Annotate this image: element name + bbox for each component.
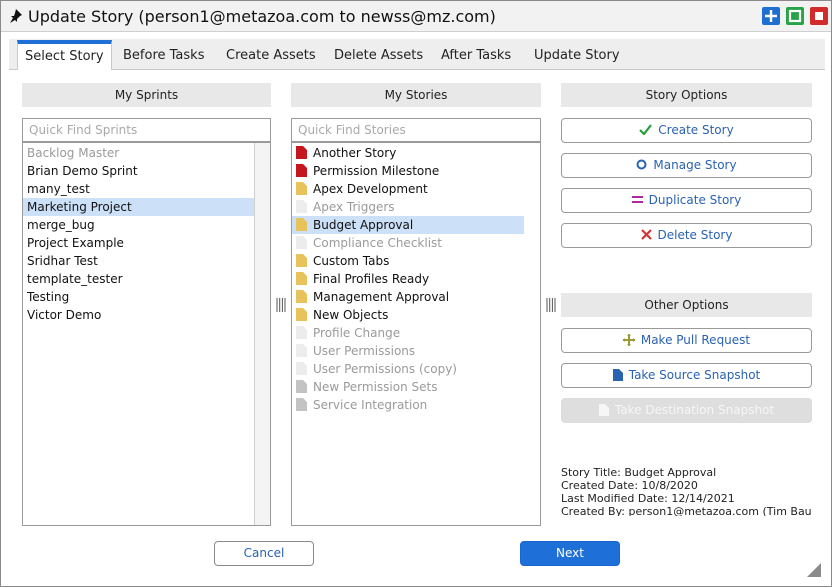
- created-date-line: Created Date: 10/8/2020: [561, 479, 698, 492]
- sprints-scrollbar[interactable]: [254, 143, 270, 525]
- list-item[interactable]: Permission Milestone: [292, 162, 524, 180]
- close-icon[interactable]: [810, 7, 828, 25]
- sprints-search-input[interactable]: [22, 118, 271, 142]
- maximize-icon[interactable]: [786, 7, 804, 25]
- red-doc-icon: [296, 146, 307, 159]
- list-item[interactable]: Service Integration: [292, 396, 524, 414]
- sprints-header: My Sprints: [22, 83, 271, 107]
- cancel-button[interactable]: Cancel: [214, 541, 314, 566]
- take-destination-snapshot-button: Take Destination Snapshot: [561, 398, 812, 423]
- yellow-doc-icon: [296, 218, 307, 231]
- duplicate-story-button[interactable]: Duplicate Story: [561, 188, 812, 213]
- tab-create-assets[interactable]: Create Assets: [226, 39, 316, 70]
- list-item[interactable]: Brian Demo Sprint: [23, 162, 255, 180]
- red-doc-icon: [296, 164, 307, 177]
- white-doc-icon: [296, 344, 307, 357]
- list-item[interactable]: Testing: [23, 288, 255, 306]
- pin-icon: [7, 8, 23, 24]
- plus-arrows-icon: [622, 333, 635, 346]
- yellow-doc-icon: [296, 272, 307, 285]
- stories-search-input[interactable]: [291, 118, 541, 142]
- list-item[interactable]: merge_bug: [23, 216, 255, 234]
- list-item[interactable]: Compliance Checklist: [292, 234, 524, 252]
- list-item[interactable]: Project Example: [23, 234, 255, 252]
- list-item[interactable]: template_tester: [23, 270, 255, 288]
- document-icon: [598, 403, 609, 416]
- splitter-grip-icon[interactable]: [275, 298, 287, 312]
- tab-bar: Select Story Before Tasks Create Assets …: [9, 39, 825, 71]
- list-item[interactable]: Budget Approval: [292, 216, 524, 234]
- list-item[interactable]: Victor Demo: [23, 306, 255, 324]
- splitter-grip-icon[interactable]: [545, 298, 557, 312]
- resize-grip-icon[interactable]: [807, 563, 821, 577]
- list-item[interactable]: Management Approval: [292, 288, 524, 306]
- tab-select-story[interactable]: Select Story: [17, 40, 112, 71]
- list-item[interactable]: Another Story: [292, 144, 524, 162]
- list-item[interactable]: Sridhar Test: [23, 252, 255, 270]
- take-source-snapshot-button[interactable]: Take Source Snapshot: [561, 363, 812, 388]
- yellow-doc-icon: [296, 308, 307, 321]
- plus-icon[interactable]: [762, 7, 780, 25]
- list-item[interactable]: Apex Development: [292, 180, 524, 198]
- stories-header: My Stories: [291, 83, 541, 107]
- content-panel: My Sprints Backlog Master Brian Demo Spr…: [9, 70, 825, 580]
- equals-icon: [631, 196, 643, 203]
- list-item[interactable]: User Permissions (copy): [292, 360, 524, 378]
- list-item[interactable]: Custom Tabs: [292, 252, 524, 270]
- window-title: Update Story (person1@metazoa.com to new…: [28, 7, 496, 26]
- yellow-doc-icon: [296, 254, 307, 267]
- list-item[interactable]: many_test: [23, 180, 255, 198]
- gray-doc-icon: [296, 380, 307, 393]
- other-options-header: Other Options: [561, 293, 812, 317]
- title-bar: Update Story (person1@metazoa.com to new…: [1, 1, 831, 32]
- sprints-list[interactable]: Backlog Master Brian Demo Sprint many_te…: [22, 142, 271, 526]
- update-story-window: Update Story (person1@metazoa.com to new…: [0, 0, 832, 587]
- list-item[interactable]: New Permission Sets: [292, 378, 524, 396]
- last-modified-line: Last Modified Date: 12/14/2021: [561, 492, 735, 505]
- list-item[interactable]: User Permissions: [292, 342, 524, 360]
- tab-after-tasks[interactable]: After Tasks: [441, 39, 511, 70]
- document-icon: [612, 368, 623, 381]
- yellow-doc-icon: [296, 182, 307, 195]
- white-doc-icon: [296, 200, 307, 213]
- next-button[interactable]: Next: [520, 541, 620, 566]
- story-title-line: Story Title: Budget Approval: [561, 466, 717, 479]
- list-item[interactable]: Apex Triggers: [292, 198, 524, 216]
- white-doc-icon: [296, 326, 307, 339]
- list-item[interactable]: Profile Change: [292, 324, 524, 342]
- x-icon: [640, 229, 652, 240]
- list-item[interactable]: Backlog Master: [23, 144, 255, 162]
- tab-delete-assets[interactable]: Delete Assets: [334, 39, 423, 70]
- check-icon: [639, 124, 653, 135]
- white-doc-icon: [296, 362, 307, 375]
- tab-update-story[interactable]: Update Story: [534, 39, 620, 70]
- story-options-header: Story Options: [561, 83, 812, 107]
- story-info: Story Title: Budget Approval Created Dat…: [561, 466, 817, 516]
- make-pull-request-button[interactable]: Make Pull Request: [561, 328, 812, 353]
- gray-doc-icon: [296, 398, 307, 411]
- yellow-doc-icon: [296, 290, 307, 303]
- created-by-line: Created By: person1@metazoa.com (Tim Bau: [561, 505, 812, 516]
- create-story-button[interactable]: Create Story: [561, 118, 812, 143]
- list-item[interactable]: Final Profiles Ready: [292, 270, 524, 288]
- white-doc-icon: [296, 236, 307, 249]
- stories-list[interactable]: Another Story Permission Milestone Apex …: [291, 142, 541, 526]
- list-item[interactable]: New Objects: [292, 306, 524, 324]
- circle-icon: [636, 159, 647, 170]
- list-item[interactable]: Marketing Project: [23, 198, 255, 216]
- delete-story-button[interactable]: Delete Story: [561, 223, 812, 248]
- tab-before-tasks[interactable]: Before Tasks: [123, 39, 204, 70]
- manage-story-button[interactable]: Manage Story: [561, 153, 812, 178]
